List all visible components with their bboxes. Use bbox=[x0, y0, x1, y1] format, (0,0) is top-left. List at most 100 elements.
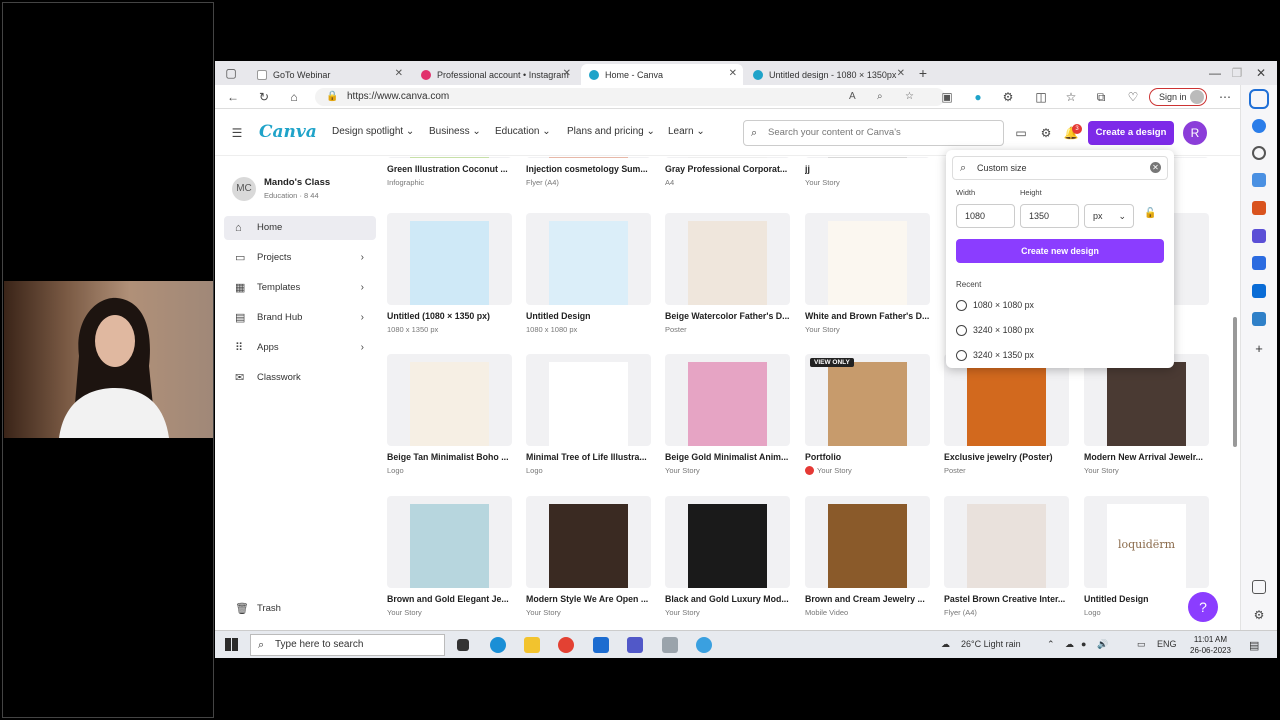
copilot-icon[interactable] bbox=[1249, 89, 1269, 109]
back-icon[interactable]: ← bbox=[225, 89, 241, 105]
collections-icon[interactable]: ⧉ bbox=[1093, 89, 1109, 105]
close-tab-icon[interactable]: ✕ bbox=[897, 68, 905, 79]
tab-home-canva[interactable]: Home - Canva ✕ bbox=[581, 64, 743, 85]
battery-icon[interactable]: ▭ bbox=[1137, 639, 1146, 650]
search-input[interactable]: ⌕ Search your content or Canva's bbox=[743, 120, 1004, 146]
desktop-icon[interactable]: ▭ bbox=[1013, 125, 1029, 141]
clear-icon[interactable]: ✕ bbox=[1150, 162, 1161, 173]
send-icon[interactable] bbox=[1252, 312, 1266, 326]
create-design-button[interactable]: Create a design bbox=[1088, 121, 1174, 145]
design-thumbnail[interactable] bbox=[665, 157, 790, 158]
tools-icon[interactable] bbox=[1252, 201, 1266, 215]
design-thumbnail[interactable] bbox=[526, 213, 651, 305]
design-thumbnail[interactable]: VIEW ONLY bbox=[805, 354, 930, 446]
recent-size-item[interactable]: 3240 × 1350 px bbox=[956, 350, 1034, 361]
favorite-icon[interactable]: ☆ bbox=[905, 88, 914, 106]
maximize-icon[interactable]: ❐ bbox=[1229, 65, 1245, 81]
edge-icon[interactable] bbox=[490, 637, 506, 653]
extension-icon[interactable]: ▣ bbox=[939, 89, 955, 105]
windows-start-icon[interactable] bbox=[225, 638, 238, 651]
recent-size-item[interactable]: 3240 × 1080 px bbox=[956, 325, 1034, 336]
width-input[interactable]: 1080 bbox=[956, 204, 1015, 228]
shopping-icon[interactable] bbox=[1252, 173, 1266, 187]
design-thumbnail[interactable] bbox=[387, 213, 512, 305]
design-thumbnail[interactable] bbox=[526, 354, 651, 446]
tab-instagram[interactable]: Professional account • Instagram ✕ bbox=[413, 64, 577, 85]
nav-learn[interactable]: Learn ⌄ bbox=[668, 126, 705, 137]
team-avatar[interactable]: MC bbox=[232, 177, 256, 201]
zoom-icon[interactable]: ⌕ bbox=[877, 88, 883, 106]
snipping-icon[interactable] bbox=[696, 637, 712, 653]
close-tab-icon[interactable]: ✕ bbox=[395, 68, 403, 79]
sidebar-toggle-icon[interactable] bbox=[1252, 580, 1266, 594]
custom-size-search[interactable]: ⌕ Custom size ✕ bbox=[952, 156, 1168, 180]
design-thumbnail[interactable] bbox=[805, 496, 930, 588]
nav-business[interactable]: Business ⌄ bbox=[429, 126, 481, 137]
weather-text[interactable]: 26°C Light rain bbox=[961, 639, 1021, 649]
add-icon[interactable]: + bbox=[1252, 342, 1266, 356]
teams-icon[interactable] bbox=[627, 637, 643, 653]
url-field[interactable]: 🔒 https://www.canva.com A ⌕ ☆ bbox=[315, 88, 945, 106]
minimize-icon[interactable]: — bbox=[1207, 65, 1223, 81]
sidebar-item-templates[interactable]: ▦ Templates › bbox=[224, 276, 376, 300]
sidebar-item-trash[interactable]: 🗑 Trash bbox=[224, 597, 376, 621]
canva-logo[interactable]: Canva bbox=[259, 122, 317, 142]
user-avatar[interactable]: R bbox=[1183, 121, 1207, 145]
settings-icon[interactable]: ⚙ bbox=[1252, 608, 1266, 622]
design-thumbnail[interactable] bbox=[526, 496, 651, 588]
split-screen-icon[interactable]: ◫ bbox=[1033, 89, 1049, 105]
tab-goto-webinar[interactable]: GoTo Webinar ✕ bbox=[249, 64, 409, 85]
design-thumbnail[interactable] bbox=[665, 354, 790, 446]
new-tab-icon[interactable]: + bbox=[915, 65, 931, 81]
file-explorer-icon[interactable] bbox=[524, 637, 540, 653]
notification-icon[interactable] bbox=[1252, 119, 1266, 133]
lock-aspect-icon[interactable]: 🔓 bbox=[1144, 208, 1156, 219]
create-new-design-button[interactable]: Create new design bbox=[956, 239, 1164, 263]
extension-icon[interactable]: ● bbox=[970, 89, 986, 105]
menu-icon[interactable]: ☰ bbox=[229, 125, 245, 141]
app-icon[interactable] bbox=[662, 637, 678, 653]
design-thumbnail[interactable] bbox=[387, 354, 512, 446]
settings-icon[interactable]: ⚙ bbox=[1038, 125, 1054, 141]
notification-center-icon[interactable]: ▤ bbox=[1249, 639, 1259, 652]
office-icon[interactable] bbox=[1252, 256, 1266, 270]
outlook-icon[interactable] bbox=[1252, 284, 1266, 298]
weather-icon[interactable]: ☁ bbox=[941, 639, 950, 650]
design-thumbnail[interactable]: loquidërm bbox=[1084, 496, 1209, 588]
sidebar-item-home[interactable]: ⌂ Home bbox=[224, 216, 376, 240]
performance-icon[interactable]: ♡ bbox=[1125, 89, 1141, 105]
games-icon[interactable] bbox=[1252, 229, 1266, 243]
tray-overflow-icon[interactable]: ⌃ bbox=[1047, 639, 1055, 650]
design-thumbnail[interactable] bbox=[805, 213, 930, 305]
tab-actions-icon[interactable]: ▢ bbox=[223, 65, 239, 81]
design-thumbnail[interactable] bbox=[526, 157, 651, 158]
favorites-icon[interactable]: ☆ bbox=[1063, 89, 1079, 105]
design-thumbnail[interactable] bbox=[387, 157, 512, 158]
home-icon[interactable]: ⌂ bbox=[286, 89, 302, 105]
design-thumbnail[interactable] bbox=[665, 496, 790, 588]
read-aloud-icon[interactable]: A bbox=[849, 88, 856, 106]
extensions-icon[interactable]: ⚙ bbox=[1000, 89, 1016, 105]
team-name[interactable]: Mando's Class bbox=[264, 177, 330, 188]
chrome-icon[interactable] bbox=[558, 637, 574, 653]
design-thumbnail[interactable] bbox=[665, 213, 790, 305]
search-icon[interactable] bbox=[1252, 146, 1266, 160]
tab-untitled-design[interactable]: Untitled design - 1080 × 1350px ✕ bbox=[745, 64, 911, 85]
design-thumbnail[interactable] bbox=[387, 496, 512, 588]
taskbar-clock[interactable]: 11:01 AM 26-06-2023 bbox=[1190, 634, 1231, 656]
height-input[interactable]: 1350 bbox=[1020, 204, 1079, 228]
nav-plans-pricing[interactable]: Plans and pricing ⌄ bbox=[567, 126, 655, 137]
close-window-icon[interactable]: ✕ bbox=[1253, 65, 1269, 81]
sidebar-item-classwork[interactable]: ✉ Classwork bbox=[224, 366, 376, 390]
close-tab-icon[interactable]: ✕ bbox=[563, 68, 571, 79]
cloud-icon[interactable]: ☁ bbox=[1065, 639, 1074, 650]
refresh-icon[interactable]: ↻ bbox=[256, 89, 272, 105]
nav-education[interactable]: Education ⌄ bbox=[495, 126, 551, 137]
sidebar-item-projects[interactable]: ▭ Projects › bbox=[224, 246, 376, 270]
more-icon[interactable]: ⋯ bbox=[1217, 89, 1233, 105]
help-button[interactable]: ? bbox=[1188, 592, 1218, 622]
design-thumbnail[interactable] bbox=[944, 496, 1069, 588]
sign-in-button[interactable]: Sign in bbox=[1149, 88, 1207, 106]
taskbar-search-input[interactable]: ⌕ Type here to search bbox=[250, 634, 445, 656]
task-view-icon[interactable] bbox=[457, 639, 469, 651]
